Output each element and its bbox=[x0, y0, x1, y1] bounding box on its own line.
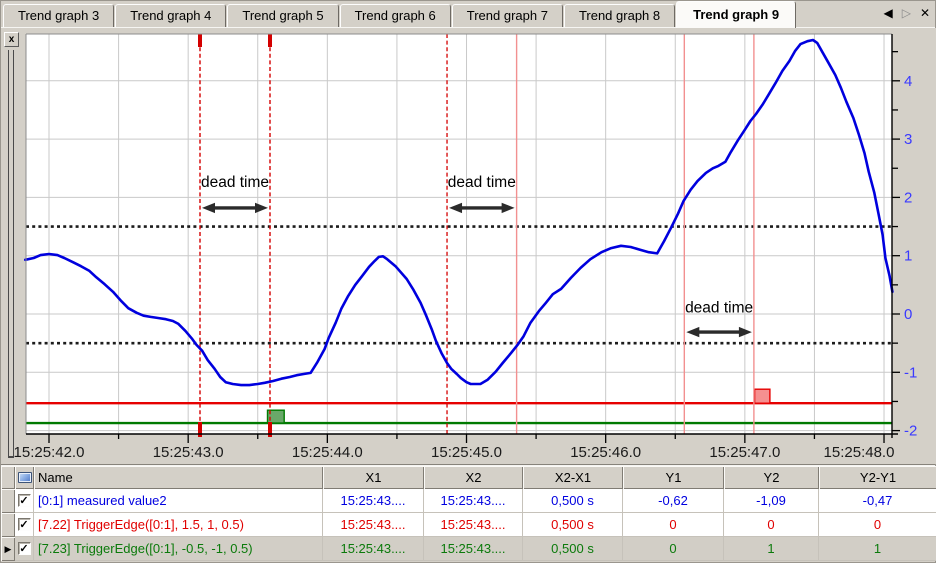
visibility-checkbox-cell: ✓ bbox=[15, 489, 34, 513]
x-axis-label: 15:25:43.0 bbox=[153, 444, 224, 461]
y-axis-label: -1 bbox=[904, 364, 917, 381]
trend-chart[interactable]: 15:25:42.0 15:25:43.0 15:25:44.0 15:25:45.0… bbox=[1, 28, 936, 464]
tab-scroll-left-icon[interactable]: ◀ bbox=[883, 6, 892, 20]
column-header-x2-x1[interactable]: X2-X1 bbox=[523, 466, 623, 489]
cursor-handle-bottom[interactable] bbox=[268, 422, 273, 437]
tab-trend-graph-3[interactable]: Trend graph 3 bbox=[3, 4, 115, 27]
monitor-icon bbox=[17, 472, 32, 483]
y-axis-label: 2 bbox=[904, 189, 912, 206]
dead-time-label: dead time bbox=[201, 174, 269, 191]
tab-bar: Trend graph 3 Trend graph 4 Trend graph 5T… bbox=[1, 1, 935, 28]
tab-trend-graph-8[interactable]: Trend graph 8 bbox=[563, 4, 676, 27]
signal-name[interactable]: [0:1] measured value2 bbox=[34, 489, 323, 513]
x-axis-label: 15:25:47.0 bbox=[709, 444, 780, 461]
dead-time-label: dead time bbox=[685, 299, 753, 316]
tab-scroll-right-icon[interactable]: ▷ bbox=[902, 6, 911, 20]
dead-time-label: dead time bbox=[448, 174, 516, 191]
column-header-x1[interactable]: X1 bbox=[323, 466, 424, 489]
chart-area: x 15:25:42.0 15:25:43.0 15:25:44.0 15:25:45… bbox=[1, 28, 936, 464]
monitor-icon-header bbox=[15, 466, 34, 489]
value-dx: 0,500 s bbox=[523, 513, 623, 537]
y-axis-label: 3 bbox=[904, 131, 912, 148]
trigger-pulse bbox=[753, 388, 771, 404]
cursor-handle-top[interactable] bbox=[197, 34, 202, 47]
row-gutter-header bbox=[1, 466, 15, 489]
column-header-x2[interactable]: X2 bbox=[424, 466, 523, 489]
tab-trend-graph-6[interactable]: Trend graph 6 bbox=[339, 4, 451, 27]
value-dx: 0,500 s bbox=[523, 489, 623, 513]
row-selector[interactable] bbox=[1, 513, 15, 537]
x-axis-label: 15:25:44.0 bbox=[292, 444, 363, 461]
value-y2: 0 bbox=[724, 513, 819, 537]
trend-graph-window: Trend graph 3 Trend graph 4 Trend graph 5T… bbox=[0, 0, 936, 563]
value-x1: 15:25:43.... bbox=[323, 489, 424, 513]
visibility-checkbox-cell: ✓ bbox=[15, 537, 34, 561]
y-axis-label: 1 bbox=[904, 248, 912, 265]
column-header-name[interactable]: Name bbox=[34, 466, 323, 489]
tab-trend-graph-7[interactable]: Trend graph 7 bbox=[451, 4, 563, 27]
tab-close-icon[interactable]: ✕ bbox=[920, 6, 930, 20]
y-axis-label: 4 bbox=[904, 73, 912, 90]
visibility-checkbox-cell: ✓ bbox=[15, 513, 34, 537]
x-axis-label: 15:25:42.0 bbox=[14, 444, 85, 461]
column-header-y2-y1[interactable]: Y2-Y1 bbox=[819, 466, 936, 489]
signal-name[interactable]: [7.22] TriggerEdge([0:1], 1.5, 1, 0.5) bbox=[34, 513, 323, 537]
row-selector[interactable] bbox=[1, 489, 15, 513]
signal-table: Name X1 X2 X2-X1 Y1 Y2 Y2-Y1 ✓ [0:1] measured va… bbox=[1, 466, 936, 561]
tab-strip: Trend graph 3 Trend graph 4 Trend graph 5T… bbox=[3, 1, 797, 28]
tab-trend-graph-9[interactable]: Trend graph 9 bbox=[676, 1, 797, 28]
tab-trend-graph-4[interactable]: Trend graph 4 bbox=[115, 4, 227, 27]
value-x2: 15:25:43.... bbox=[424, 513, 523, 537]
value-x1: 15:25:43.... bbox=[323, 513, 424, 537]
plot-background bbox=[26, 34, 892, 434]
tab-trend-graph-5[interactable]: Trend graph 5 bbox=[227, 4, 339, 27]
value-y1: -0,62 bbox=[623, 489, 724, 513]
visibility-checkbox[interactable]: ✓ bbox=[17, 542, 31, 555]
cursor-handle-bottom[interactable] bbox=[197, 422, 202, 437]
visibility-checkbox[interactable]: ✓ bbox=[17, 494, 31, 507]
value-y1: 0 bbox=[623, 513, 724, 537]
value-y2: 1 bbox=[724, 537, 819, 561]
x-axis-label: 15:25:46.0 bbox=[570, 444, 641, 461]
cursor-handle-top[interactable] bbox=[268, 34, 273, 47]
chart-close-button[interactable]: x bbox=[4, 32, 19, 47]
signal-table-area: Name X1 X2 X2-X1 Y1 Y2 Y2-Y1 ✓ [0:1] measured va… bbox=[1, 466, 936, 561]
value-y2: -1,09 bbox=[724, 489, 819, 513]
value-x2: 15:25:43.... bbox=[424, 537, 523, 561]
column-header-y1[interactable]: Y1 bbox=[623, 466, 724, 489]
visibility-checkbox[interactable]: ✓ bbox=[17, 518, 31, 531]
x-axis-label: 15:25:45.0 bbox=[431, 444, 502, 461]
y-axis-label: -2 bbox=[904, 423, 917, 440]
value-x1: 15:25:43.... bbox=[323, 537, 424, 561]
signal-name[interactable]: [7.23] TriggerEdge([0:1], -0.5, -1, 0.5) bbox=[34, 537, 323, 561]
value-dy: 0 bbox=[819, 513, 936, 537]
value-dx: 0,500 s bbox=[523, 537, 623, 561]
value-x2: 15:25:43.... bbox=[424, 489, 523, 513]
column-header-y2[interactable]: Y2 bbox=[724, 466, 819, 489]
y-axis-label: 0 bbox=[904, 306, 912, 323]
value-y1: 0 bbox=[623, 537, 724, 561]
vertical-splitter[interactable] bbox=[8, 50, 14, 458]
tab-nav: ◀ ▷ ✕ bbox=[883, 6, 930, 20]
x-axis-label: 15:25:48.0 bbox=[824, 444, 895, 461]
value-dy: 1 bbox=[819, 537, 936, 561]
value-dy: -0,47 bbox=[819, 489, 936, 513]
row-selector[interactable]: ▶ bbox=[1, 537, 15, 561]
